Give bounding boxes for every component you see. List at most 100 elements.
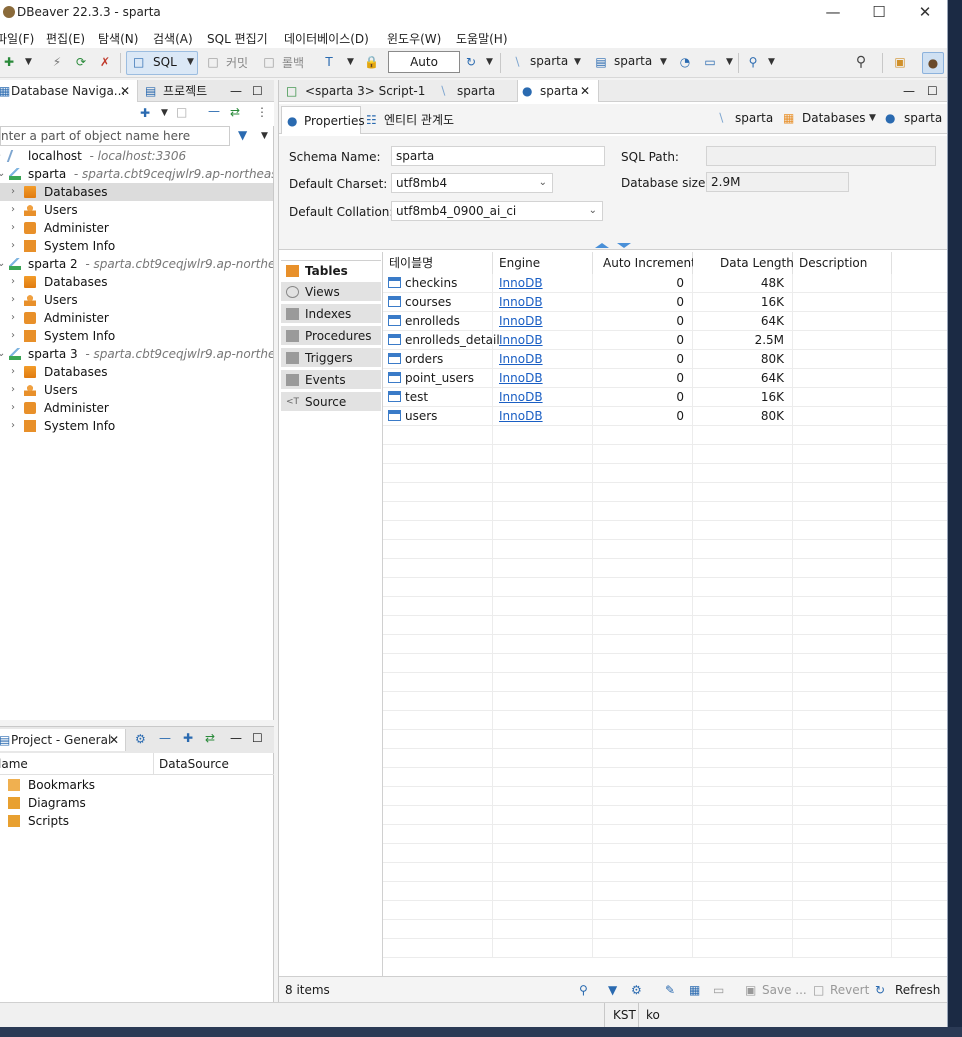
engine-link[interactable]: InnoDB [499,314,543,328]
table-row[interactable]: point_users InnoDB 0 64K [383,369,947,388]
create-table-icon[interactable]: ▦ [689,983,700,997]
menu-edit[interactable]: 편집(E) [46,30,85,47]
search-icon[interactable]: ⚲ [579,983,588,997]
tree-connection-localhost[interactable]: › localhost - localhost:3306 [0,147,273,165]
schema-dropdown-icon[interactable]: ▼ [660,57,667,67]
tab-sparta-schema[interactable]: ● sparta ✕ [517,80,599,102]
tree-connection-sparta-3[interactable]: ⌄ sparta 3 - sparta.cbt9ceqjwlr9.ap-nort… [0,345,273,363]
menu-help[interactable]: 도움말(H) [456,30,508,47]
reconnect-icon[interactable]: ⟳ [74,55,88,69]
table-row[interactable]: enrolleds_detail InnoDB 0 2.5M [383,331,947,350]
delete-icon[interactable]: ▭ [713,983,724,997]
tree-item-administer[interactable]: › Administer [0,309,273,327]
link-project-icon[interactable]: ⇄ [205,731,215,745]
minimize-editor-icon[interactable]: — [903,80,915,102]
tab-er-diagram[interactable]: ☷ 엔티티 관계도 [363,106,463,134]
column-header-data-length[interactable]: Data Length [693,252,794,274]
tree-item-users[interactable]: › Users [0,291,273,309]
close-editor-tab-icon[interactable]: ✕ [580,80,590,102]
tools-icon[interactable]: ▭ [703,55,717,69]
breadcrumb-connection[interactable]: sparta [735,111,773,125]
column-header-engine[interactable]: Engine [493,252,593,274]
collapse-up-icon[interactable] [595,243,609,248]
collapse-icon[interactable]: ⌄ [0,255,5,273]
engine-link[interactable]: InnoDB [499,295,543,309]
active-datasource-selector[interactable]: sparta [530,54,568,68]
close-window-button[interactable]: ✕ [910,3,940,23]
collapse-all-icon[interactable]: — [208,104,220,118]
side-tab-triggers[interactable]: Triggers [281,348,381,368]
collapse-project-icon[interactable]: — [159,731,171,745]
engine-link[interactable]: InnoDB [499,371,543,385]
sql-editor-button[interactable]: □ SQL ▼ [126,51,198,75]
dbeaver-perspective-icon[interactable]: ● [922,52,944,74]
history-icon[interactable]: ↻ [464,55,478,69]
table-row[interactable]: courses InnoDB 0 16K [383,293,947,312]
expand-icon[interactable]: › [11,309,15,327]
expand-project-icon[interactable]: ✚ [183,731,193,745]
tab-projects[interactable]: ▤ 프로젝트 [143,80,223,102]
table-row[interactable]: users InnoDB 0 80K [383,407,947,426]
table-row[interactable]: test InnoDB 0 16K [383,388,947,407]
side-tab-tables[interactable]: Tables [281,260,381,280]
column-header-table-name[interactable]: 테이블명 [383,252,493,274]
expand-icon[interactable]: › [11,183,15,201]
navigator-filter-input[interactable]: nter a part of object name here [0,126,230,146]
tab-script-1[interactable]: □ <sparta 3> Script-1 [283,80,433,102]
tools-dropdown-icon[interactable]: ▼ [726,57,733,67]
expand-icon[interactable]: › [11,201,15,219]
view-menu-icon[interactable]: ⋮ [256,105,268,119]
lock-icon[interactable]: 🔒 [364,55,379,69]
filter-icon[interactable]: ▼ [238,128,247,142]
close-navigator-tab-icon[interactable]: ✕ [120,80,130,102]
close-project-tab-icon[interactable]: ✕ [109,729,119,751]
collapse-icon[interactable]: ⌄ [0,165,5,183]
refresh-button[interactable]: Refresh [895,983,940,997]
menu-database[interactable]: 데이터베이스(D) [284,30,369,47]
new-connection-icon[interactable]: ✚ [2,55,16,69]
new-connection-small-icon[interactable]: ✚ [140,106,150,120]
commit-button[interactable]: 커밋 [226,54,248,71]
breadcrumb-databases[interactable]: Databases [802,111,866,125]
project-item-bookmarks[interactable]: Bookmarks [0,776,273,794]
breadcrumb-dropdown-icon[interactable]: ▼ [869,113,876,123]
tree-item-databases[interactable]: › Databases [0,363,273,381]
search-dropdown-icon[interactable]: ▼ [768,57,775,67]
new-connection-small-dropdown-icon[interactable]: ▼ [161,108,168,118]
maximize-editor-icon[interactable]: ☐ [927,80,938,102]
tab-properties[interactable]: ● Properties [281,106,365,134]
table-row[interactable]: checkins InnoDB 0 48K [383,274,947,293]
connect-icon[interactable]: ⚡ [50,55,64,69]
engine-link[interactable]: InnoDB [499,352,543,366]
tree-item-system-info[interactable]: › System Info [0,327,273,345]
menu-file[interactable]: 파일(F) [0,30,34,47]
history-dropdown-icon[interactable]: ▼ [486,57,493,67]
settings-gear-icon[interactable]: ⚙ [135,732,146,746]
new-connection-dropdown-icon[interactable]: ▼ [25,57,32,67]
tree-item-users[interactable]: › Users [0,201,273,219]
menu-window[interactable]: 윈도우(W) [387,30,441,47]
expand-icon[interactable]: › [11,291,15,309]
table-row[interactable]: orders InnoDB 0 80K [383,350,947,369]
expand-icon[interactable]: › [11,381,15,399]
expand-icon[interactable]: › [11,417,15,435]
tree-item-system-info[interactable]: › System Info [0,237,273,255]
side-tab-procedures[interactable]: Procedures [281,326,381,346]
expand-icon[interactable]: › [11,363,15,381]
menu-search[interactable]: 검색(A) [153,30,193,47]
expand-icon[interactable]: › [11,399,15,417]
expand-icon[interactable]: › [0,147,1,165]
tree-connection-sparta[interactable]: ⌄ sparta - sparta.cbt9ceqjwlr9.ap-northe… [0,165,273,183]
default-charset-select[interactable]: utf8mb4 ⌄ [391,173,553,193]
expand-icon[interactable]: › [11,273,15,291]
properties-splitter[interactable] [279,242,947,250]
engine-link[interactable]: InnoDB [499,276,543,290]
dashboard-icon[interactable]: ◔ [678,55,692,69]
sql-path-field[interactable] [706,146,936,166]
maximize-button[interactable]: ☐ [864,3,894,23]
filter-dropdown-icon[interactable]: ▼ [261,131,268,141]
collapse-down-icon[interactable] [617,243,631,248]
search-toolbar-icon[interactable]: ⚲ [746,55,760,69]
menu-navigate[interactable]: 탐색(N) [98,30,138,47]
gear-icon[interactable]: ⚙ [631,983,642,997]
